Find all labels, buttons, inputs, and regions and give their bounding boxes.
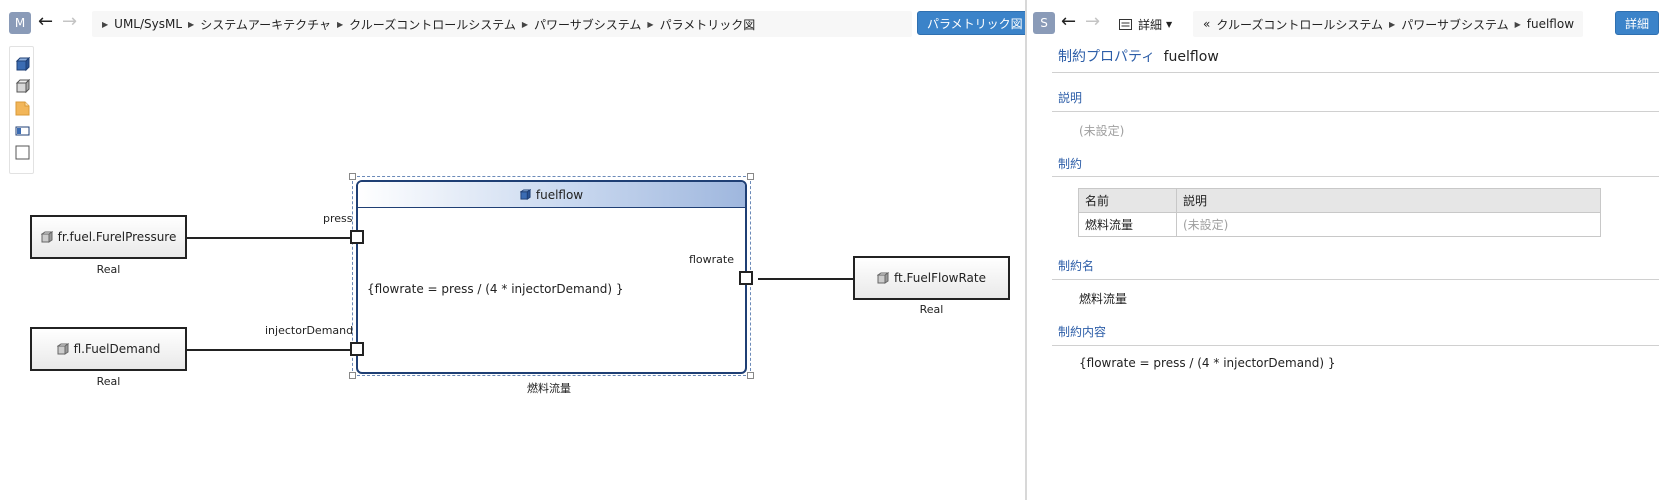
list-view-icon bbox=[1119, 19, 1132, 30]
cell-constraint-description[interactable]: (未設定) bbox=[1176, 212, 1601, 237]
caret-down-icon: ▼ bbox=[1166, 20, 1173, 29]
port-label-flowrate: flowrate bbox=[689, 253, 734, 266]
constraint-body-value[interactable]: {flowrate = press / (4 * injectorDemand)… bbox=[1079, 356, 1335, 370]
detail-button[interactable]: 詳細 bbox=[1615, 11, 1659, 35]
constraint-block-icon bbox=[519, 189, 531, 200]
divider bbox=[1052, 72, 1659, 73]
block-fr-fuel-pressure[interactable]: fr.fuel.FurelPressure bbox=[30, 215, 187, 259]
block-type-label: Real bbox=[919, 303, 944, 316]
detail-toolbar: S ← → 詳細 ▼ « クルーズコントロールシステム ▶ パワーサブシステム … bbox=[1027, 8, 1659, 38]
block-icon bbox=[56, 343, 69, 355]
divider bbox=[1052, 176, 1659, 177]
constraint-name-label: 燃料流量 bbox=[527, 382, 571, 395]
constraints-table: 名前 説明 燃料流量 (未設定) bbox=[1078, 188, 1601, 237]
constraint-title: fuelflow bbox=[535, 187, 584, 202]
resize-handle[interactable] bbox=[349, 173, 356, 180]
port-label-injector-demand: injectorDemand bbox=[265, 324, 354, 337]
diagram-canvas: fr.fuel.FurelPressure Real fl.FuelDemand… bbox=[0, 0, 1025, 500]
breadcrumb-separator-icon: ▶ bbox=[1514, 19, 1521, 29]
connector-line[interactable] bbox=[186, 349, 356, 351]
constraint-header: fuelflow bbox=[358, 182, 745, 208]
app-badge[interactable]: S bbox=[1033, 12, 1055, 34]
detail-dropdown-label: 詳細 bbox=[1138, 18, 1163, 32]
breadcrumb-item[interactable]: fuelflow bbox=[1527, 17, 1574, 31]
constraint-name-value[interactable]: 燃料流量 bbox=[1079, 290, 1127, 307]
block-icon bbox=[40, 231, 53, 243]
resize-handle[interactable] bbox=[747, 372, 754, 379]
section-title-description: 説明 bbox=[1058, 91, 1083, 105]
table-header-row: 名前 説明 bbox=[1078, 188, 1601, 213]
divider bbox=[1052, 279, 1659, 280]
breadcrumb-item[interactable]: クルーズコントロールシステム bbox=[1216, 16, 1383, 33]
block-ft-fuel-flow-rate[interactable]: ft.FuelFlowRate bbox=[853, 256, 1010, 300]
divider bbox=[1052, 111, 1659, 112]
breadcrumb-separator-icon: ▶ bbox=[1389, 19, 1396, 29]
diagram-pane: M ← → ▶ UML/SysML ▶ システムアーキテクチャ ▶ クルーズコン… bbox=[0, 0, 1033, 500]
connector-line[interactable] bbox=[758, 278, 854, 280]
port-press[interactable] bbox=[350, 230, 364, 244]
breadcrumb-item[interactable]: パワーサブシステム bbox=[1401, 16, 1508, 33]
port-injector-demand[interactable] bbox=[350, 342, 364, 356]
port-label-press: press bbox=[323, 212, 353, 225]
divider bbox=[1052, 345, 1659, 346]
connector-line[interactable] bbox=[186, 237, 356, 239]
breadcrumb: « クルーズコントロールシステム ▶ パワーサブシステム ▶ fuelflow bbox=[1193, 11, 1583, 37]
forward-arrow-icon[interactable]: → bbox=[1085, 10, 1100, 34]
detail-view-dropdown[interactable]: 詳細 ▼ bbox=[1119, 16, 1172, 33]
detail-header: 制約プロパティ fuelflow bbox=[1058, 46, 1219, 66]
column-header-description[interactable]: 説明 bbox=[1176, 188, 1601, 213]
block-fl-fuel-demand[interactable]: fl.FuelDemand bbox=[30, 327, 187, 371]
element-kind: 制約プロパティ bbox=[1058, 49, 1156, 65]
block-name: fr.fuel.FurelPressure bbox=[57, 230, 177, 244]
constraint-property-fuelflow[interactable]: fuelflow {flowrate = press / (4 * inject… bbox=[356, 180, 747, 374]
column-header-name[interactable]: 名前 bbox=[1078, 188, 1177, 213]
block-type-label: Real bbox=[96, 263, 121, 276]
resize-handle[interactable] bbox=[349, 372, 356, 379]
resize-handle[interactable] bbox=[747, 173, 754, 180]
description-value[interactable]: (未設定) bbox=[1079, 122, 1124, 139]
table-row[interactable]: 燃料流量 (未設定) bbox=[1078, 212, 1601, 237]
element-name: fuelflow bbox=[1163, 49, 1219, 65]
cell-constraint-name[interactable]: 燃料流量 bbox=[1078, 212, 1177, 237]
block-icon bbox=[876, 272, 889, 284]
constraint-expression: {flowrate = press / (4 * injectorDemand)… bbox=[367, 282, 624, 296]
block-name: ft.FuelFlowRate bbox=[893, 271, 986, 285]
port-flowrate[interactable] bbox=[739, 271, 753, 285]
back-arrow-icon[interactable]: ← bbox=[1061, 10, 1076, 34]
section-title-constraint-body: 制約内容 bbox=[1058, 325, 1107, 339]
section-title-constraint-name: 制約名 bbox=[1058, 259, 1095, 273]
breadcrumb-collapsed-icon[interactable]: « bbox=[1203, 17, 1210, 31]
block-name: fl.FuelDemand bbox=[73, 342, 161, 356]
section-title-constraints: 制約 bbox=[1058, 157, 1083, 171]
detail-pane: S ← → 詳細 ▼ « クルーズコントロールシステム ▶ パワーサブシステム … bbox=[1027, 0, 1659, 500]
